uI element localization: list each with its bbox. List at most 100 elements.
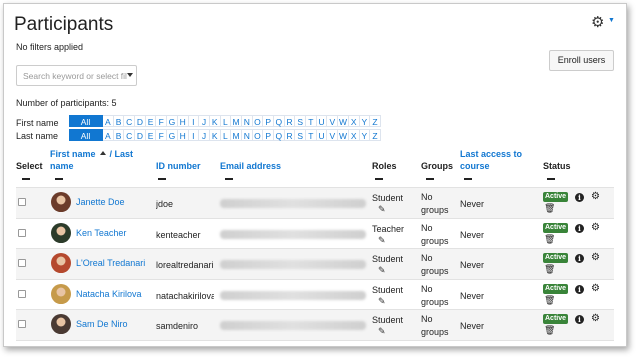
gear-icon[interactable]: ⚙	[591, 222, 600, 233]
row-select-checkbox[interactable]	[18, 320, 26, 328]
avatar[interactable]	[51, 314, 71, 334]
header-first-name-label[interactable]: First name	[50, 149, 96, 159]
gear-icon[interactable]: ⚙	[591, 314, 600, 324]
firstname-initial-j[interactable]: J	[199, 115, 210, 127]
lastname-initial-z[interactable]: Z	[370, 129, 381, 141]
trash-icon[interactable]: 🗑	[544, 234, 555, 244]
lastname-initial-q[interactable]: Q	[274, 129, 285, 141]
lastname-initial-h[interactable]: H	[177, 129, 189, 141]
lastname-initial-c[interactable]: C	[124, 129, 136, 141]
firstname-initial-v[interactable]: V	[327, 115, 339, 127]
firstname-initial-f[interactable]: F	[156, 115, 168, 127]
firstname-initial-z[interactable]: Z	[370, 115, 381, 127]
header-last-access-cont[interactable]: course	[460, 161, 490, 171]
pencil-icon[interactable]: ✎	[378, 265, 386, 276]
collapse-select-icon[interactable]	[22, 178, 30, 180]
pencil-icon[interactable]: ✎	[378, 204, 386, 215]
gear-icon[interactable]: ⚙	[591, 192, 600, 202]
info-icon[interactable]: i	[575, 223, 584, 233]
avatar[interactable]	[51, 253, 71, 273]
header-first-name[interactable]: First name / Last	[50, 149, 133, 159]
avatar[interactable]	[51, 192, 71, 212]
firstname-initial-y[interactable]: Y	[359, 115, 371, 127]
lastname-initial-n[interactable]: N	[241, 129, 253, 141]
firstname-initial-o[interactable]: O	[252, 115, 264, 127]
firstname-initial-t[interactable]: T	[306, 115, 317, 127]
header-last-access[interactable]: Last access to	[460, 149, 522, 159]
lastname-initial-y[interactable]: Y	[359, 129, 371, 141]
firstname-initial-all[interactable]: All	[69, 115, 103, 127]
pencil-icon[interactable]: ✎	[378, 235, 386, 246]
lastname-initial-j[interactable]: J	[199, 129, 210, 141]
lastname-initial-w[interactable]: W	[338, 129, 349, 141]
info-icon[interactable]: i	[575, 315, 584, 324]
chevron-down-icon[interactable]: ▼	[608, 17, 615, 24]
firstname-initial-k[interactable]: K	[209, 115, 221, 127]
firstname-initial-r[interactable]: R	[284, 115, 296, 127]
lastname-initial-s[interactable]: S	[295, 129, 307, 141]
trash-icon[interactable]: 🗑	[544, 264, 555, 274]
row-select-checkbox[interactable]	[18, 198, 26, 206]
firstname-initial-d[interactable]: D	[135, 115, 146, 127]
participant-name-link[interactable]: L'Oreal Tredanari	[76, 258, 145, 268]
firstname-initial-c[interactable]: C	[124, 115, 136, 127]
lastname-initial-k[interactable]: K	[209, 129, 221, 141]
participant-name-link[interactable]: Natacha Kirilova	[76, 289, 142, 299]
pencil-icon[interactable]: ✎	[378, 326, 386, 337]
info-icon[interactable]: i	[575, 193, 584, 202]
participant-name-link[interactable]: Janette Doe	[76, 197, 125, 207]
lastname-initial-g[interactable]: G	[167, 129, 178, 141]
trash-icon[interactable]: 🗑	[544, 203, 555, 213]
info-icon[interactable]: i	[575, 284, 584, 294]
firstname-initial-x[interactable]: X	[348, 115, 360, 127]
lastname-initial-x[interactable]: X	[348, 129, 360, 141]
row-select-checkbox[interactable]	[18, 228, 26, 237]
trash-icon[interactable]: 🗑	[544, 325, 555, 335]
firstname-initial-b[interactable]: B	[113, 115, 125, 127]
lastname-initial-i[interactable]: I	[188, 129, 200, 141]
collapse-email-icon[interactable]	[225, 178, 233, 180]
lastname-initial-v[interactable]: V	[327, 129, 339, 141]
lastname-initial-l[interactable]: L	[220, 129, 232, 141]
firstname-initial-n[interactable]: N	[241, 115, 253, 127]
collapse-roles-icon[interactable]	[375, 178, 383, 180]
header-name-cont[interactable]: name	[50, 161, 74, 171]
firstname-initial-w[interactable]: W	[338, 115, 349, 127]
firstname-initial-p[interactable]: P	[263, 115, 274, 127]
collapse-access-icon[interactable]	[464, 178, 472, 180]
lastname-initial-f[interactable]: F	[156, 129, 168, 141]
lastname-initial-all[interactable]: All	[69, 129, 103, 141]
info-icon[interactable]: i	[575, 254, 584, 263]
gear-icon[interactable]: ⚙	[591, 253, 600, 263]
firstname-initial-i[interactable]: I	[188, 115, 200, 127]
lastname-initial-t[interactable]: T	[306, 129, 317, 141]
lastname-initial-u[interactable]: U	[316, 129, 328, 141]
collapse-status-icon[interactable]	[547, 178, 555, 180]
gear-icon[interactable]: ⚙	[591, 283, 600, 294]
lastname-initial-e[interactable]: E	[145, 129, 157, 141]
participant-name-link[interactable]: Sam De Niro	[76, 319, 128, 329]
collapse-id-icon[interactable]	[158, 178, 166, 180]
lastname-initial-a[interactable]: A	[103, 129, 114, 141]
avatar[interactable]	[51, 222, 71, 243]
pencil-icon[interactable]: ✎	[378, 296, 386, 307]
lastname-initial-p[interactable]: P	[263, 129, 274, 141]
firstname-initial-m[interactable]: M	[231, 115, 242, 127]
gear-icon[interactable]: ⚙	[591, 13, 604, 31]
trash-icon[interactable]: 🗑	[544, 295, 555, 305]
collapse-groups-icon[interactable]	[426, 178, 434, 180]
lastname-initial-d[interactable]: D	[135, 129, 146, 141]
firstname-initial-h[interactable]: H	[177, 115, 189, 127]
firstname-initial-u[interactable]: U	[316, 115, 328, 127]
enroll-users-button[interactable]: Enroll users	[549, 50, 614, 71]
row-select-checkbox[interactable]	[18, 289, 26, 298]
firstname-initial-e[interactable]: E	[145, 115, 157, 127]
firstname-initial-g[interactable]: G	[167, 115, 178, 127]
chevron-down-icon[interactable]	[127, 73, 133, 77]
lastname-initial-r[interactable]: R	[284, 129, 296, 141]
lastname-initial-b[interactable]: B	[113, 129, 125, 141]
header-last-name-label[interactable]: / Last	[110, 149, 134, 159]
lastname-initial-o[interactable]: O	[252, 129, 264, 141]
firstname-initial-l[interactable]: L	[220, 115, 232, 127]
collapse-name-icon[interactable]	[55, 178, 63, 180]
